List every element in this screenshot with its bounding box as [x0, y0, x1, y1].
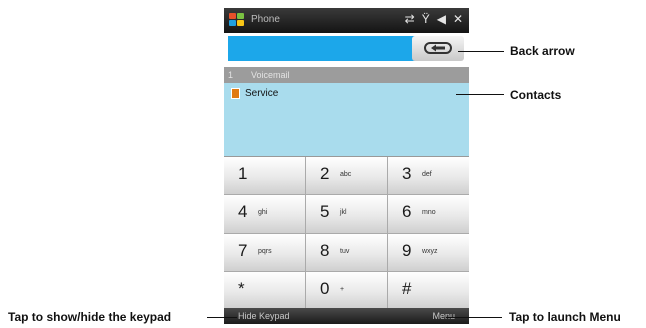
speaker-icon[interactable]: ◀: [437, 12, 446, 26]
dial-row: [224, 33, 469, 67]
hide-keypad-softkey[interactable]: Hide Keypad: [238, 311, 290, 321]
title-bar: Phone ⇄ Ÿ ◀ ✕: [224, 8, 469, 33]
key-hash[interactable]: #: [388, 271, 469, 309]
key-8[interactable]: 8 tuv: [306, 233, 387, 271]
back-button[interactable]: [412, 36, 464, 61]
key-5[interactable]: 5 jkl: [306, 195, 387, 233]
contact-item[interactable]: Service: [224, 86, 469, 102]
phone-screen: Phone ⇄ Ÿ ◀ ✕ 1 Voicemail Service 1 2 abc…: [224, 8, 469, 324]
keypad-toggle-callout: Tap to show/hide the keypad: [8, 310, 172, 324]
key-2[interactable]: 2 abc: [306, 157, 387, 195]
keypad-callout-line: [207, 317, 237, 318]
speed-dial-number: 1: [228, 70, 234, 80]
key-6[interactable]: 6 mno: [388, 195, 469, 233]
contact-card-icon: [231, 88, 240, 99]
key-1[interactable]: 1: [224, 157, 305, 195]
voicemail-row[interactable]: 1 Voicemail: [224, 67, 469, 83]
close-icon[interactable]: ✕: [453, 12, 463, 26]
key-0[interactable]: 0 +: [306, 271, 387, 309]
signal-icon: ⇄: [404, 12, 415, 26]
network-icon: Ÿ: [421, 12, 430, 26]
voicemail-label: Voicemail: [251, 70, 290, 80]
back-arrow-callout: Back arrow: [510, 44, 575, 58]
key-3[interactable]: 3 def: [388, 157, 469, 195]
soft-key-bar: Hide Keypad Menu: [224, 308, 469, 324]
key-7[interactable]: 7 pqrs: [224, 233, 305, 271]
key-4[interactable]: 4 ghi: [224, 195, 305, 233]
menu-callout: Tap to launch Menu: [509, 310, 621, 324]
key-9[interactable]: 9 wxyz: [388, 233, 469, 271]
contacts-callout-line: [456, 94, 504, 95]
app-title: Phone: [251, 14, 280, 25]
menu-callout-line: [446, 317, 502, 318]
contacts-callout: Contacts: [510, 88, 562, 102]
windows-start-icon[interactable]: [229, 13, 245, 28]
key-star[interactable]: *: [224, 271, 305, 309]
dial-number-input[interactable]: [228, 36, 418, 61]
keypad: 1 2 abc 3 def 4 ghi 5 jkl 6 mno 7 pqrs 8 tuv 9w…: [224, 156, 469, 309]
contact-label: Service: [245, 88, 279, 99]
menu-softkey[interactable]: Menu: [432, 311, 455, 321]
back-arrow-icon: [424, 42, 452, 54]
back-arrow-callout-line: [458, 51, 504, 52]
status-icons: ⇄ Ÿ ◀ ✕: [405, 12, 463, 26]
